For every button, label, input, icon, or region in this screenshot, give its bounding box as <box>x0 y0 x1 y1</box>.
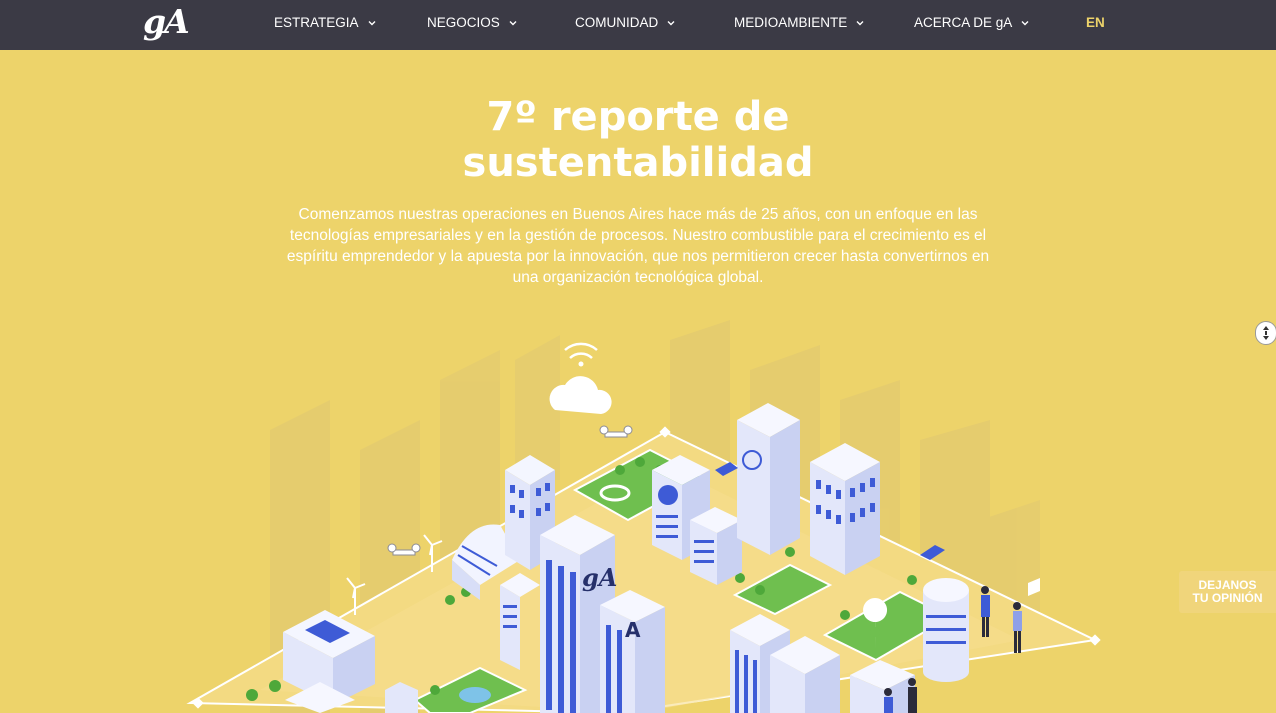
top-navigation-bar: gA ESTRATEGIA NEGOCIOS COMUNIDAD MEDIOAM… <box>0 0 1276 50</box>
chevron-down-icon <box>509 20 517 25</box>
nav-item-label: ESTRATEGIA <box>274 15 359 30</box>
scroll-button[interactable] <box>1255 321 1276 345</box>
chevron-down-icon <box>368 20 376 25</box>
feedback-tab[interactable]: DEJANOS TU OPINIÓN <box>1179 571 1276 613</box>
nav-item-medioambiente[interactable]: MEDIOAMBIENTE <box>734 15 865 30</box>
tall-right-building <box>737 403 800 555</box>
nav-item-label: ACERCA DE gA <box>914 15 1013 30</box>
chevron-down-icon <box>667 20 675 25</box>
main-tower-logo: gA <box>582 563 617 592</box>
water-tank <box>923 578 969 682</box>
feedback-line-2: TU OPINIÓN <box>1192 591 1263 605</box>
nav-item-comunidad[interactable]: COMUNIDAD <box>575 15 676 30</box>
nav-item-label: NEGOCIOS <box>427 15 500 30</box>
isometric-city-illustration: gA A <box>186 320 1101 713</box>
chevron-down-icon <box>856 20 864 25</box>
language-switch-en[interactable]: EN <box>1086 15 1105 30</box>
title-line-1: 7º reporte de <box>486 94 790 140</box>
nav-item-acerca-de[interactable]: ACERCA DE gA <box>914 15 1030 30</box>
right-building <box>810 443 880 575</box>
page-title: 7º reporte de sustentabilidad <box>338 94 938 186</box>
scroll-arrows-icon <box>1263 326 1269 340</box>
ga-logo[interactable]: gA <box>143 2 190 41</box>
chevron-down-icon <box>1021 20 1029 25</box>
intro-paragraph: Comenzamos nuestras operaciones en Bueno… <box>286 206 990 286</box>
side-tower-logo: A <box>625 618 641 642</box>
nav-item-negocios[interactable]: NEGOCIOS <box>427 15 518 30</box>
nav-item-estrategia[interactable]: ESTRATEGIA <box>274 15 377 30</box>
nav-item-label: MEDIOAMBIENTE <box>734 15 848 30</box>
nav-item-label: COMUNIDAD <box>575 15 659 30</box>
title-line-2: sustentabilidad <box>462 140 814 186</box>
